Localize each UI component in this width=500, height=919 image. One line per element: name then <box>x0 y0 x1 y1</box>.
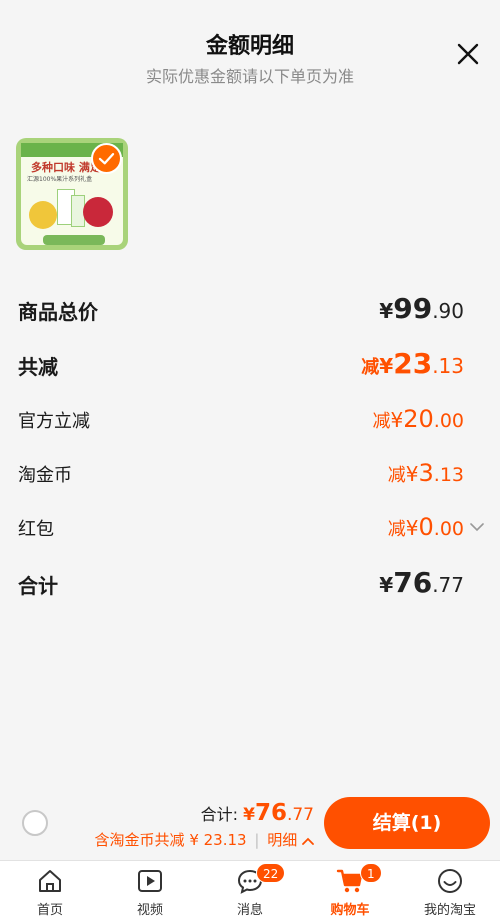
tab-home-label: 首页 <box>36 903 63 918</box>
amount-detail-sheet: 金额明细 实际优惠金额请以下单页为准 多种口味 满足 汇源100%果汁系列礼盒 … <box>0 0 500 919</box>
product-fruit-lemon <box>29 201 57 229</box>
video-play-icon <box>138 870 162 892</box>
total-reduce-amount: 减¥23.13 <box>361 347 464 380</box>
total-price-label: 商品总价 <box>18 300 98 324</box>
separator: | <box>254 831 260 849</box>
sheet-header: 金额明细 实际优惠金额请以下单页为准 <box>0 0 500 100</box>
tab-cart[interactable]: 购物车 1 <box>300 861 400 919</box>
product-image-footer <box>43 235 105 245</box>
detail-link[interactable]: 明细 <box>267 831 297 849</box>
checkout-button[interactable]: 结算(1) <box>324 797 490 849</box>
close-icon[interactable] <box>456 42 480 66</box>
tab-messages[interactable]: 消息 22 <box>200 861 300 919</box>
tab-video-label: 视频 <box>136 903 163 918</box>
messages-badge: 22 <box>256 863 286 883</box>
sheet-subtitle: 实际优惠金额请以下单页为准 <box>145 67 354 86</box>
checkout-total: 合计: ¥76.77 <box>200 800 314 826</box>
chevron-down-icon[interactable] <box>470 521 484 533</box>
sheet-title: 金额明细 <box>205 34 294 59</box>
selected-check-icon <box>91 143 122 174</box>
cart-badge: 1 <box>360 863 382 883</box>
chevron-up-icon <box>302 837 314 845</box>
product-fruit-cherry <box>83 197 113 227</box>
bottom-tab-bar: 首页 视频 消息 22 购物车 1 我的淘宝 <box>0 860 500 919</box>
grand-total-amount: ¥76.77 <box>379 566 464 599</box>
coin-reduce-text: 含淘金币共减 ¥ 23.13 <box>94 831 247 849</box>
red-packet-amount[interactable]: 减¥0.00 <box>388 513 464 541</box>
total-price-amount: ¥99.90 <box>379 292 464 325</box>
coin-reduce-summary[interactable]: 含淘金币共减 ¥ 23.13 | 明细 <box>95 829 314 850</box>
taobao-coin-amount: 减¥3.13 <box>387 459 464 487</box>
tab-cart-label: 购物车 <box>330 903 370 918</box>
official-reduce-label: 官方立减 <box>18 411 90 432</box>
tab-my-taobao[interactable]: 我的淘宝 <box>400 861 500 919</box>
tab-my-taobao-label: 我的淘宝 <box>423 903 476 918</box>
select-all-radio[interactable] <box>22 810 48 836</box>
product-image-caption: 汇源100%果汁系列礼盒 <box>27 176 93 183</box>
tab-home[interactable]: 首页 <box>0 861 100 919</box>
tab-video[interactable]: 视频 <box>100 861 200 919</box>
total-reduce-label: 共减 <box>18 355 58 379</box>
official-reduce-amount: 减¥20.00 <box>372 405 465 433</box>
tab-messages-label: 消息 <box>236 903 263 918</box>
grand-total-label: 合计 <box>18 574 58 598</box>
profile-smile-icon <box>438 869 462 893</box>
taobao-coin-label: 淘金币 <box>18 465 72 486</box>
home-icon <box>39 870 61 892</box>
red-packet-label: 红包 <box>18 519 54 540</box>
